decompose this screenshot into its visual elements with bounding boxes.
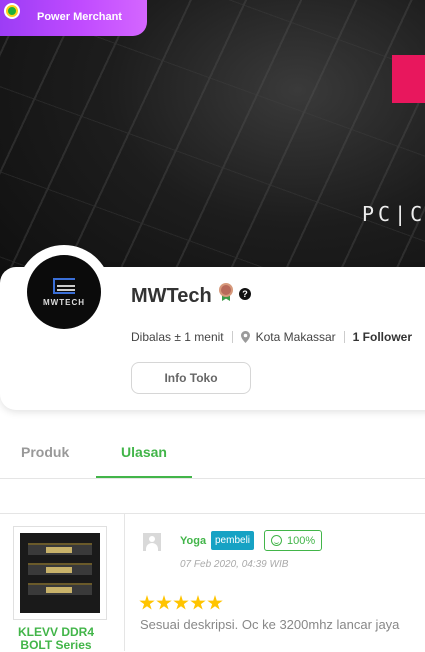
shop-avatar[interactable]: MWTECH [27, 255, 101, 329]
tab-ulasan[interactable]: Ulasan [96, 433, 192, 478]
shop-name: MWTech [131, 285, 212, 307]
reputation-badge[interactable]: 100% [264, 530, 322, 551]
meta-divider [343, 331, 345, 343]
tab-produk[interactable]: Produk [21, 433, 69, 479]
info-toko-button[interactable]: Info Toko [131, 362, 251, 394]
reviewer-name[interactable]: Yoga [180, 535, 206, 547]
shop-logo-text: MWTECH [43, 297, 85, 307]
user-avatar-icon[interactable] [143, 533, 161, 551]
location-pin-icon [240, 331, 250, 343]
medal-icon[interactable] [219, 283, 233, 301]
product-image[interactable] [13, 526, 107, 620]
review-text: Sesuai deskripsi. Oc ke 3200mhz lancar j… [140, 617, 400, 632]
review-date: 07 Feb 2020, 04:39 WIB [180, 559, 289, 570]
follower-count[interactable]: 1 Follower [353, 330, 412, 344]
shop-logo-icon [53, 277, 75, 294]
shop-location: Kota Makassar [255, 330, 336, 344]
star-icon [207, 595, 223, 610]
star-icon [156, 595, 172, 610]
banner-brand-text: PC|C [362, 202, 425, 226]
power-merchant-label: Power Merchant [37, 10, 122, 23]
review-column-divider [124, 514, 125, 651]
response-time: Dibalas ± 1 menit [131, 330, 224, 344]
star-icon [190, 595, 206, 610]
smile-icon [271, 535, 282, 546]
star-icon [139, 595, 155, 610]
shop-meta: Dibalas ± 1 menit Kota Makassar 1 Follow… [131, 330, 412, 344]
reputation-score: 100% [287, 534, 316, 547]
power-merchant-badge: Power Merchant [0, 0, 147, 36]
shop-tabs: Produk Ulasan [0, 433, 425, 479]
star-icon [173, 595, 189, 610]
review-rating [139, 595, 224, 611]
meta-divider [231, 331, 233, 343]
buyer-badge: pembeli [211, 531, 255, 550]
banner-accent-block [392, 55, 425, 103]
power-merchant-icon [4, 3, 20, 19]
product-name-link[interactable]: KLEVV DDR4 BOLT Series [6, 626, 106, 652]
help-icon[interactable]: ? [239, 288, 251, 300]
